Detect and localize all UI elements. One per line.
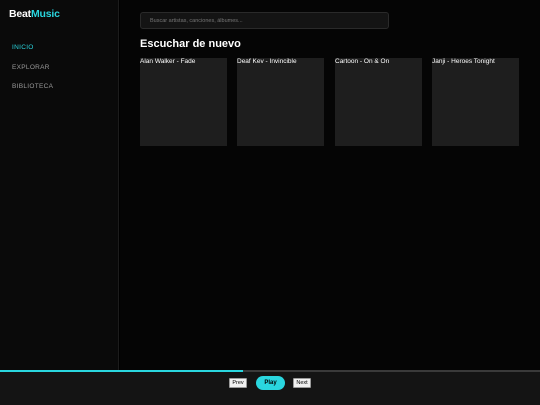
brand-logo-part2: Music <box>30 8 60 20</box>
track-card[interactable]: Deaf Kev - Invincible <box>237 58 324 146</box>
brand-logo[interactable]: BeatMusic <box>9 8 60 20</box>
progress-bar[interactable] <box>0 370 540 372</box>
sidebar-item-explorar[interactable]: EXPLORAR <box>12 62 53 74</box>
track-card[interactable]: Cartoon - On & On <box>335 58 422 146</box>
sidebar: BeatMusic INICIO EXPLORAR BIBLIOTECA <box>0 0 119 370</box>
track-card-title: Janji - Heroes Tonight <box>432 58 495 65</box>
track-card-title: Alan Walker - Fade <box>140 58 196 65</box>
progress-fill <box>0 370 243 372</box>
track-card-title: Cartoon - On & On <box>335 58 390 65</box>
play-button[interactable]: Play <box>256 376 285 390</box>
sidebar-nav: INICIO EXPLORAR BIBLIOTECA <box>12 42 53 101</box>
section-title: Escuchar de nuevo <box>140 38 241 50</box>
card-grid: Alan Walker - Fade Deaf Kev - Invincible… <box>140 58 520 146</box>
sidebar-item-biblioteca[interactable]: BIBLIOTECA <box>12 81 53 93</box>
sidebar-item-inicio[interactable]: INICIO <box>12 42 53 54</box>
track-card[interactable]: Janji - Heroes Tonight <box>432 58 519 146</box>
prev-button[interactable]: Prev <box>229 378 247 388</box>
brand-logo-part1: Beat <box>9 8 31 20</box>
track-card-title: Deaf Kev - Invincible <box>237 58 297 65</box>
app-root: BeatMusic INICIO EXPLORAR BIBLIOTECA Esc… <box>0 0 540 405</box>
search-input[interactable] <box>140 12 389 29</box>
next-button[interactable]: Next <box>293 378 311 388</box>
track-card[interactable]: Alan Walker - Fade <box>140 58 227 146</box>
main-content: Escuchar de nuevo Alan Walker - Fade Dea… <box>120 0 540 370</box>
